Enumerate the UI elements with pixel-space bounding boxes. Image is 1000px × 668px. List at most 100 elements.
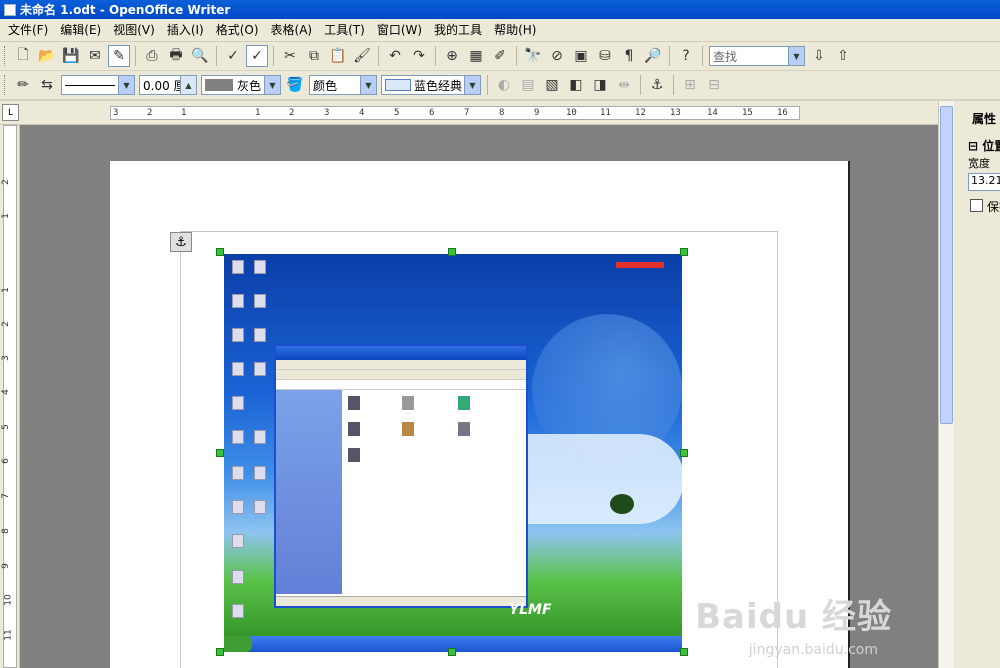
desktop-icon: [232, 328, 244, 342]
wrap-page-icon[interactable]: ▧: [541, 74, 563, 96]
menu-file[interactable]: 文件(F): [2, 19, 54, 41]
send-back-icon[interactable]: ◨: [589, 74, 611, 96]
position-section-header[interactable]: ⊟ 位置: [968, 137, 1000, 154]
resize-handle-bottom-right[interactable]: [680, 648, 688, 656]
format-paintbrush-icon[interactable]: 🖌: [351, 45, 373, 67]
menu-window[interactable]: 窗口(W): [371, 19, 428, 41]
inserted-image[interactable]: YLMF: [224, 254, 682, 652]
keep-ratio-checkbox[interactable]: [970, 199, 983, 212]
menu-table[interactable]: 表格(A): [265, 19, 319, 41]
paste-icon[interactable]: 📋: [327, 45, 349, 67]
chevron-down-icon[interactable]: ▼: [118, 76, 134, 94]
open-folder-icon[interactable]: 📂: [36, 45, 58, 67]
explorer-window: [274, 344, 528, 608]
resize-handle-top[interactable]: [448, 248, 456, 256]
tab-stop-selector[interactable]: L: [2, 104, 19, 121]
line-style-icon[interactable]: ✏: [12, 74, 34, 96]
resize-handle-left[interactable]: [216, 449, 224, 457]
line-width-spinner[interactable]: 0.00 厘 ▲: [139, 75, 197, 95]
undo-icon[interactable]: ↶: [384, 45, 406, 67]
menu-my-tools[interactable]: 我的工具: [428, 19, 488, 41]
red-caption: [616, 262, 664, 268]
gallery-icon[interactable]: ▣: [570, 45, 592, 67]
toolbar-grip[interactable]: [4, 46, 7, 66]
chevron-down-icon[interactable]: ▼: [788, 47, 804, 65]
frame-toolbar: ✏ ⇆ ▼ 0.00 厘 ▲ 灰色 6 ▼ 🪣 颜色 ▼ 蓝色经典 ▼ ◐ ▤ …: [0, 71, 1000, 100]
draw-functions-icon[interactable]: ✐: [489, 45, 511, 67]
vertical-ruler[interactable]: 2 1 1 2 3 4 5 6 7 8 9 10 11: [0, 125, 20, 668]
area-color-select[interactable]: 蓝色经典 ▼: [381, 75, 481, 95]
nonprinting-chars-icon[interactable]: ¶: [618, 45, 640, 67]
export-pdf-icon[interactable]: ⎙: [141, 45, 163, 67]
align-icon[interactable]: ⇹: [613, 74, 635, 96]
table-icon[interactable]: ▦: [465, 45, 487, 67]
explorer-title-bar: [276, 346, 526, 360]
data-sources-icon[interactable]: ⛁: [594, 45, 616, 67]
window-title: 未命名 1.odt - OpenOffice Writer: [20, 3, 231, 17]
file-icon: [348, 448, 360, 462]
area-style-select[interactable]: 颜色 ▼: [309, 75, 377, 95]
menu-help[interactable]: 帮助(H): [488, 19, 542, 41]
shadow-icon[interactable]: ◐: [493, 74, 515, 96]
resize-handle-top-right[interactable]: [680, 248, 688, 256]
spin-arrows-icon[interactable]: ▲: [180, 76, 196, 94]
chevron-down-icon[interactable]: ▼: [264, 76, 280, 94]
new-document-icon[interactable]: 🗋: [12, 45, 34, 67]
redo-icon[interactable]: ↷: [408, 45, 430, 67]
navigator-icon[interactable]: ⊘: [546, 45, 568, 67]
find-previous-icon[interactable]: ⇧: [832, 45, 854, 67]
ungroup-icon[interactable]: ⊟: [703, 74, 725, 96]
chevron-down-icon[interactable]: ▼: [360, 76, 376, 94]
auto-spellcheck-icon[interactable]: ✓: [246, 45, 268, 67]
width-field[interactable]: 13.21: [968, 173, 1000, 191]
vertical-scrollbar[interactable]: [938, 101, 954, 668]
menu-view[interactable]: 视图(V): [107, 19, 161, 41]
resize-handle-top-left[interactable]: [216, 248, 224, 256]
hyperlink-icon[interactable]: ⊕: [441, 45, 463, 67]
save-icon[interactable]: 💾: [60, 45, 82, 67]
find-replace-icon[interactable]: 🔭: [522, 45, 544, 67]
wrap-off-icon[interactable]: ▤: [517, 74, 539, 96]
document-canvas[interactable]: ⚓ YLMF Baidu 经验 jingyan.baidu.com: [20, 125, 938, 668]
horizontal-ruler[interactable]: L 3 2 1 1 2 3 4 5 6 7 8 9 10 11 12 13 14…: [0, 101, 1000, 125]
desktop-icon: [232, 570, 244, 584]
anchor-icon[interactable]: ⚓: [170, 232, 192, 252]
spellcheck-icon[interactable]: ✓: [222, 45, 244, 67]
ruler-tick: 7: [464, 108, 470, 118]
area-color-swatch: [385, 79, 411, 91]
separator: [669, 46, 670, 66]
anchor-icon[interactable]: ⚓: [646, 74, 668, 96]
print-preview-icon[interactable]: 🔍: [189, 45, 211, 67]
edit-mode-icon[interactable]: ✎: [108, 45, 130, 67]
bring-front-icon[interactable]: ◧: [565, 74, 587, 96]
resize-handle-bottom-left[interactable]: [216, 648, 224, 656]
print-icon[interactable]: 🖶: [165, 45, 187, 67]
menu-format[interactable]: 格式(O): [210, 19, 265, 41]
scrollbar-thumb[interactable]: [940, 106, 953, 424]
line-sample: [65, 84, 115, 86]
email-icon[interactable]: ✉: [84, 45, 106, 67]
help-icon[interactable]: ?: [675, 45, 697, 67]
ruler-tick: 9: [0, 563, 11, 569]
line-color-select[interactable]: 灰色 6 ▼: [201, 75, 281, 95]
resize-handle-bottom[interactable]: [448, 648, 456, 656]
separator: [516, 46, 517, 66]
toolbar-grip[interactable]: [4, 75, 7, 95]
menu-bar: 文件(F) 编辑(E) 视图(V) 插入(I) 格式(O) 表格(A) 工具(T…: [0, 19, 1000, 42]
find-input[interactable]: 查找 ▼: [709, 46, 805, 66]
find-next-icon[interactable]: ⇩: [808, 45, 830, 67]
group-icon[interactable]: ⊞: [679, 74, 701, 96]
line-style-select[interactable]: ▼: [61, 75, 135, 95]
menu-tools[interactable]: 工具(T): [318, 19, 371, 41]
chevron-down-icon[interactable]: ▼: [464, 76, 480, 94]
zoom-icon[interactable]: 🔎: [642, 45, 664, 67]
menu-insert[interactable]: 插入(I): [161, 19, 210, 41]
cut-icon[interactable]: ✂: [279, 45, 301, 67]
arrow-style-icon[interactable]: ⇆: [36, 74, 58, 96]
explorer-status-bar: [276, 596, 526, 606]
separator: [378, 46, 379, 66]
menu-edit[interactable]: 编辑(E): [54, 19, 107, 41]
area-fill-icon[interactable]: 🪣: [284, 74, 306, 96]
resize-handle-right[interactable]: [680, 449, 688, 457]
copy-icon[interactable]: ⧉: [303, 45, 325, 67]
